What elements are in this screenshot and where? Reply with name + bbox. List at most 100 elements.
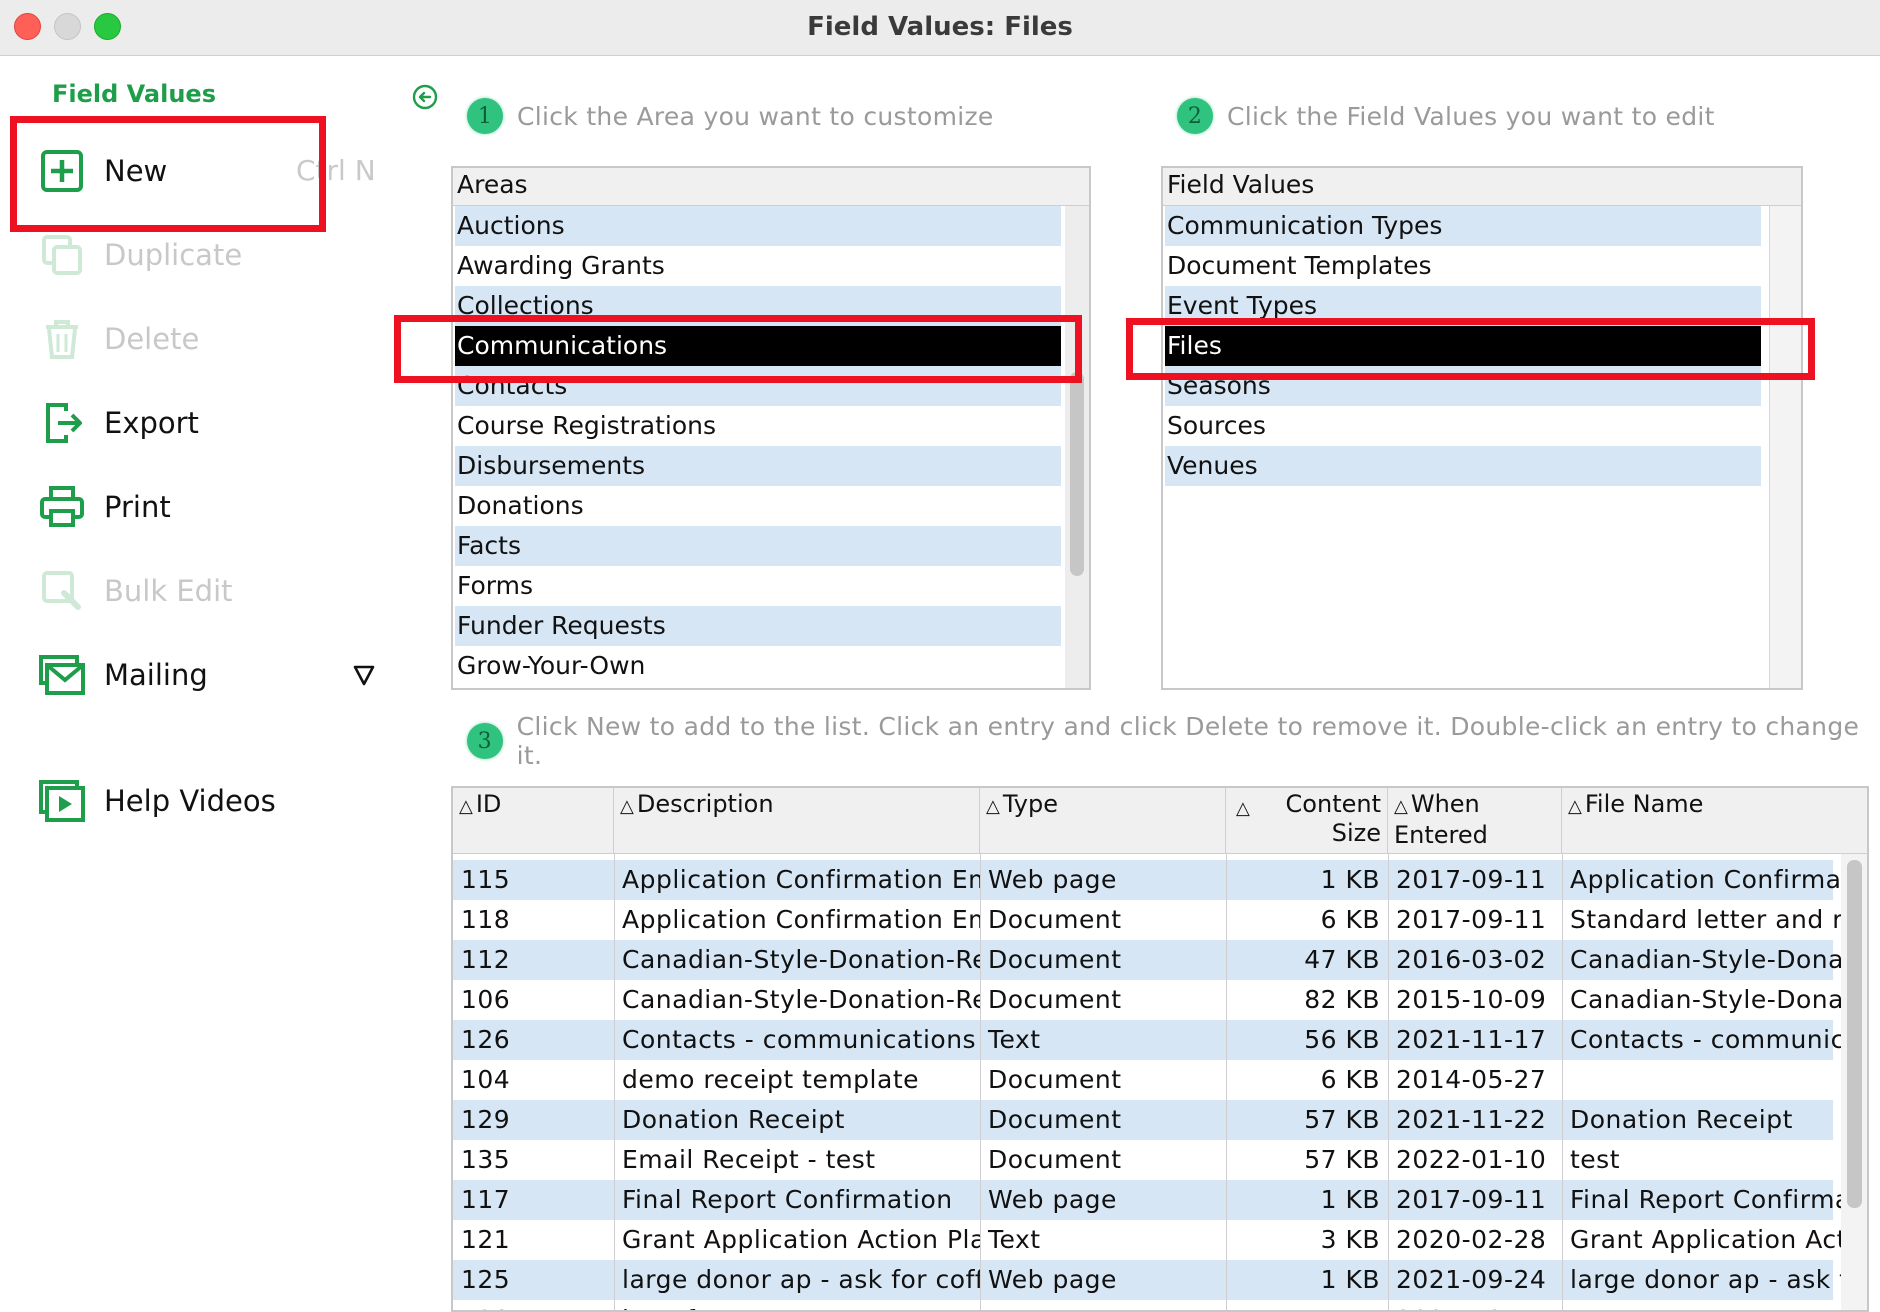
when-entered-cell: 2017-09-11 <box>1396 865 1547 894</box>
help-videos-button[interactable]: Help Videos <box>38 773 378 829</box>
table-row[interactable]: 115 Application Confirmation Email Web pag… <box>453 860 1841 900</box>
mailing-dropdown-icon[interactable] <box>352 662 376 688</box>
type-cell: Document <box>988 1105 1122 1134</box>
table-row[interactable]: 112 Canadian-Style-Donation-Receipt Docume… <box>453 940 1841 980</box>
content-size-column-header[interactable]: △ Content Size <box>1226 788 1388 854</box>
file-name-cell: Contacts - communications <box>1570 1025 1841 1054</box>
id-cell: 121 <box>461 1225 511 1254</box>
type-cell: Document <box>988 985 1122 1014</box>
files-table[interactable]: △ ID △ Description △ Type △ Content Size △ W… <box>451 786 1869 1312</box>
print-button-label: Print <box>104 490 171 524</box>
table-row[interactable]: 106 Canadian-Style-Donation-Receipt Docume… <box>453 980 1841 1020</box>
areas-scroll-thumb[interactable] <box>1070 372 1084 576</box>
content-size-cell: 57 KB <box>1304 1105 1380 1134</box>
sort-triangle-icon: △ <box>986 796 1000 817</box>
table-row[interactable]: 129 Donation Receipt Document 57 KB 2021-11-… <box>453 1100 1833 1140</box>
field-value-list-item[interactable]: Document Templates <box>1165 246 1761 286</box>
files-table-scrollbar[interactable] <box>1841 854 1867 1310</box>
id-cell: 115 <box>461 865 511 894</box>
mail-icon <box>39 655 85 695</box>
id-cell: 112 <box>461 945 511 974</box>
when-entered-cell: 2017-09-11 <box>1396 1185 1547 1214</box>
when-entered-cell: 2022-01-10 <box>1396 1145 1547 1174</box>
type-cell: Image <box>980 1300 1226 1310</box>
content-size-cell: 3 KB <box>1320 1225 1380 1254</box>
field-value-list-item[interactable]: Communication Types <box>1165 206 1761 246</box>
description-cell: Application Confirmation Email <box>622 905 980 934</box>
table-row[interactable]: 135 Email Receipt - test Document 57 KB 2022… <box>453 1140 1833 1180</box>
file-name-cell <box>1562 1060 1841 1100</box>
file-name-column-header[interactable]: △ File Name <box>1562 788 1867 854</box>
id-cell: 104 <box>461 1065 511 1094</box>
content-size-cell: 57 KB <box>1226 1300 1388 1310</box>
content-size-cell: 6 KB <box>1320 905 1380 934</box>
area-list-item[interactable]: Donations <box>455 486 1061 526</box>
area-list-item[interactable]: Facts <box>455 526 1061 566</box>
sort-triangle-icon: △ <box>1394 796 1408 817</box>
description-cell: Grant Application Action Plan <box>622 1225 980 1254</box>
area-list-item[interactable]: Awarding Grants <box>455 246 1061 286</box>
content-size-cell: 82 KB <box>1304 985 1380 1014</box>
file-name-cell: Canadian-Style-Donation-Receipt <box>1570 985 1841 1014</box>
area-list-item[interactable]: Auctions <box>455 206 1061 246</box>
duplicate-icon <box>42 235 82 275</box>
area-list-item[interactable]: Disbursements <box>455 446 1061 486</box>
areas-scrollbar[interactable] <box>1065 206 1089 688</box>
when-entered-cell: 2014-05-27 <box>1396 1065 1547 1094</box>
sidebar-heading: Field Values <box>52 80 216 108</box>
type-cell: Document <box>988 1145 1122 1174</box>
description-cell: Donation Receipt <box>622 1105 845 1134</box>
file-name-cell: large donor ap - ask for coffee <box>1570 1265 1841 1294</box>
files-table-scroll-thumb[interactable] <box>1847 860 1862 1208</box>
table-row[interactable]: 117 Final Report Confirmation Web page 1 KB… <box>453 1180 1841 1220</box>
area-list-item[interactable]: Funder Requests <box>455 606 1061 646</box>
sort-triangle-icon: △ <box>1568 796 1582 817</box>
id-cell: 130 <box>453 1300 614 1310</box>
field-values-scrollbar[interactable] <box>1769 206 1801 688</box>
area-list-item[interactable]: Grow-Your-Own <box>455 646 1061 686</box>
collapse-sidebar-icon[interactable] <box>412 84 438 110</box>
description-column-header[interactable]: △ Description <box>614 788 980 854</box>
description-cell: Email Receipt - test <box>622 1145 876 1174</box>
files-highlight <box>1126 318 1815 380</box>
duplicate-button[interactable]: Duplicate <box>38 227 378 283</box>
area-list-item[interactable]: Course Registrations <box>455 406 1061 446</box>
when-entered-cell: 2016-03-02 <box>1396 945 1547 974</box>
content-size-cell: 1 KB <box>1320 865 1380 894</box>
delete-button-label: Delete <box>104 322 200 356</box>
table-row[interactable]: 118 Application Confirmation Email Documen… <box>453 900 1841 940</box>
when-entered-column-header[interactable]: △ When Entered <box>1388 788 1562 854</box>
id-column-header[interactable]: △ ID <box>453 788 614 854</box>
window-title: Field Values: Files <box>807 12 1073 42</box>
table-row[interactable]: 121 Grant Application Action Plan Text 3 KB… <box>453 1220 1841 1260</box>
description-cell: Application Confirmation Email <box>622 865 980 894</box>
description-cell: Canadian-Style-Donation-Receipt <box>622 945 980 974</box>
mailing-button[interactable]: Mailing <box>38 647 378 703</box>
step-three-badge: 3 <box>467 723 503 759</box>
when-entered-cell: 2021-12-15 <box>1388 1300 1562 1310</box>
area-list-item[interactable]: Forms <box>455 566 1061 606</box>
step-two-instruction: 2 Click the Field Values you want to edi… <box>1177 98 1715 134</box>
file-name-cell: Donation Receipt <box>1570 1105 1793 1134</box>
sort-triangle-icon: △ <box>1236 798 1250 819</box>
when-entered-cell: 2017-09-11 <box>1396 905 1547 934</box>
step-one-badge: 1 <box>467 98 503 134</box>
type-cell: Document <box>988 1065 1122 1094</box>
bulk-edit-button[interactable]: Bulk Edit <box>38 563 378 619</box>
table-row[interactable]: 104 demo receipt template Document 6 KB 2014… <box>453 1060 1833 1100</box>
field-values-list-header: Field Values <box>1163 168 1801 206</box>
areas-list[interactable]: Areas Auctions Awarding Grants Collections… <box>451 166 1091 690</box>
field-value-list-item[interactable]: Venues <box>1165 446 1761 486</box>
content-size-cell: 1 KB <box>1320 1185 1380 1214</box>
export-button[interactable]: Export <box>38 395 378 451</box>
table-row[interactable]: 130logo for reportsImage57 KB2021-12-15s… <box>453 1300 1833 1310</box>
type-cell: Document <box>988 905 1122 934</box>
field-value-list-item[interactable]: Sources <box>1165 406 1761 446</box>
table-row[interactable]: 126 Contacts - communications Text 56 KB 202… <box>453 1020 1841 1060</box>
content-size-cell: 1 KB <box>1320 1265 1380 1294</box>
field-values-list[interactable]: Field Values Communication Types Document… <box>1161 166 1803 690</box>
type-column-header[interactable]: △ Type <box>980 788 1226 854</box>
table-row[interactable]: 125 large donor ap - ask for coffee Web pa… <box>453 1260 1841 1300</box>
print-button[interactable]: Print <box>38 479 378 535</box>
delete-button[interactable]: Delete <box>38 311 378 367</box>
